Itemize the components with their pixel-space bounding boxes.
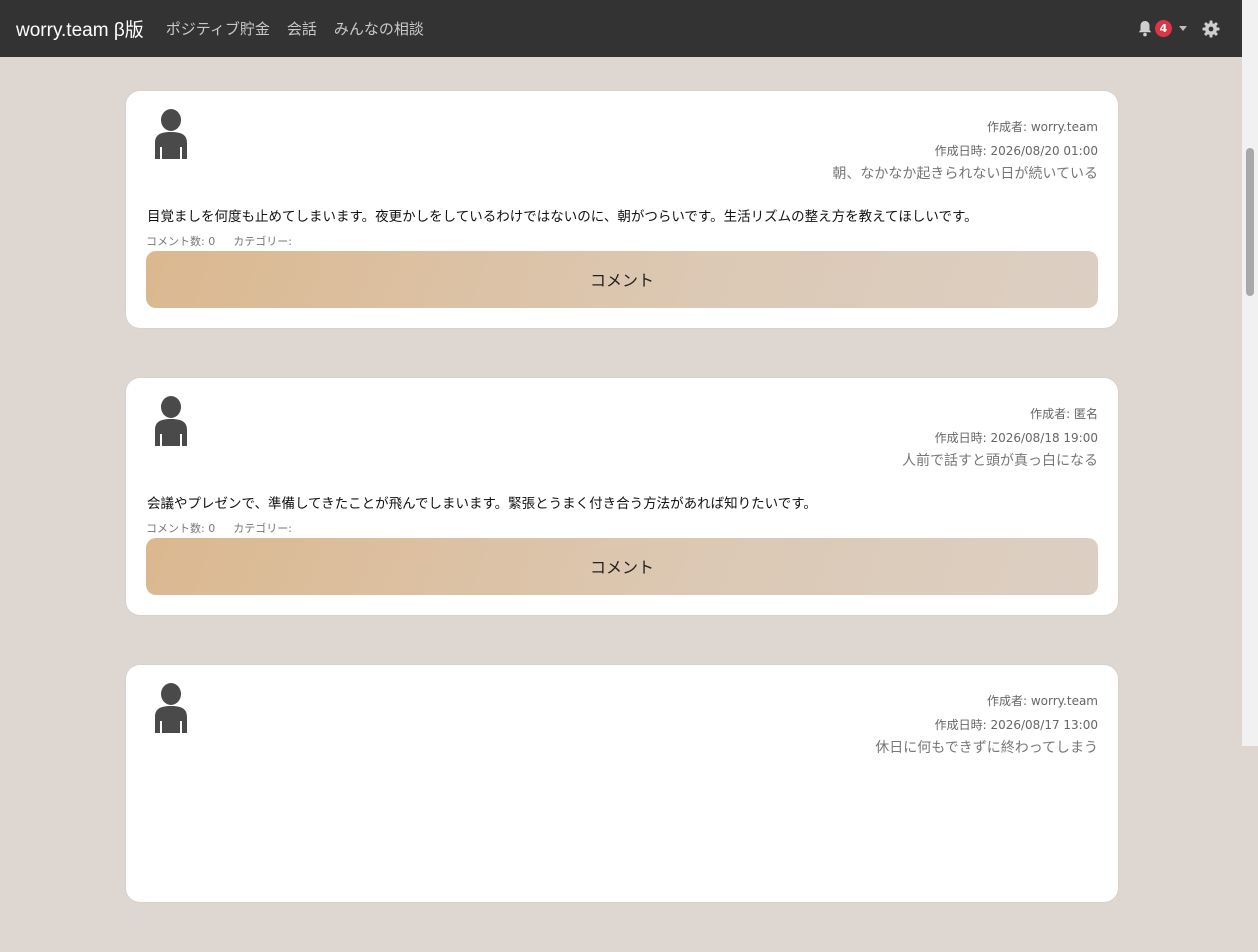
bell-icon xyxy=(1138,21,1152,37)
post-card: 作成者: 匿名 作成日時: 2026/08/18 19:00 人前で話すと頭が真… xyxy=(126,378,1118,615)
comment-button[interactable]: コメント xyxy=(146,251,1098,308)
comment-count: コメント数: 0 xyxy=(146,522,216,535)
notifications-dropdown[interactable]: 4 xyxy=(1137,20,1187,37)
settings-button[interactable] xyxy=(1202,20,1220,38)
chevron-down-icon xyxy=(1179,26,1187,31)
post-date: 作成日時: 2026/08/20 01:00 xyxy=(934,144,1098,158)
post-meta: 作成者: worry.team 作成日時: 2026/08/17 13:00 休… xyxy=(875,689,1098,759)
post-card: 作成者: worry.team 作成日時: 2026/08/20 01:00 朝… xyxy=(126,91,1118,328)
gear-icon xyxy=(1202,20,1220,37)
post-stats: コメント数: 0 カテゴリー: xyxy=(146,520,310,536)
navbar-right: 4 xyxy=(1137,0,1220,57)
post-body: 会議やプレゼンで、準備してきたことが飛んでしまいます。緊張とうまく付き合う方法が… xyxy=(147,496,817,512)
post-title: 朝、なかなか起きられない日が続いている xyxy=(832,166,1098,182)
comment-button[interactable]: コメント xyxy=(146,538,1098,595)
post-author: 作成者: worry.team xyxy=(986,694,1098,708)
scrollbar-thumb[interactable] xyxy=(1246,148,1254,296)
comment-count: コメント数: 0 xyxy=(146,235,216,248)
post-date: 作成日時: 2026/08/18 19:00 xyxy=(934,431,1098,445)
post-body: 目覚ましを何度も止めてしまいます。夜更かしをしているわけではないのに、朝がつらい… xyxy=(147,209,978,225)
navbar: worry.team β版 ポジティブ貯金 会話 みんなの相談 4 xyxy=(0,0,1242,57)
post-meta: 作成者: 匿名 作成日時: 2026/08/18 19:00 人前で話すと頭が真… xyxy=(902,402,1098,472)
post-meta: 作成者: worry.team 作成日時: 2026/08/20 01:00 朝… xyxy=(832,115,1098,185)
brand-logo[interactable]: worry.team β版 xyxy=(16,15,144,42)
post-feed: 作成者: worry.team 作成日時: 2026/08/20 01:00 朝… xyxy=(126,91,1118,952)
post-author: 作成者: worry.team xyxy=(986,120,1098,134)
notification-badge: 4 xyxy=(1155,20,1172,37)
post-title: 人前で話すと頭が真っ白になる xyxy=(902,453,1098,469)
post-title: 休日に何もできずに終わってしまう xyxy=(875,740,1098,756)
post-card: 作成者: worry.team 作成日時: 2026/08/17 13:00 休… xyxy=(126,665,1118,902)
post-date: 作成日時: 2026/08/17 13:00 xyxy=(934,718,1098,732)
nav-link-conversation[interactable]: 会話 xyxy=(287,18,317,39)
nav-link-consultations[interactable]: みんなの相談 xyxy=(334,18,424,39)
category-label: カテゴリー: xyxy=(233,235,292,248)
category-label: カテゴリー: xyxy=(233,522,292,535)
nav-link-positive-savings[interactable]: ポジティブ貯金 xyxy=(166,18,270,39)
post-author: 作成者: 匿名 xyxy=(1030,407,1098,421)
user-avatar-icon xyxy=(155,683,187,733)
user-avatar-icon xyxy=(155,396,187,446)
scrollbar[interactable] xyxy=(1242,0,1258,746)
user-avatar-icon xyxy=(155,109,187,159)
post-stats: コメント数: 0 カテゴリー: xyxy=(146,233,310,249)
